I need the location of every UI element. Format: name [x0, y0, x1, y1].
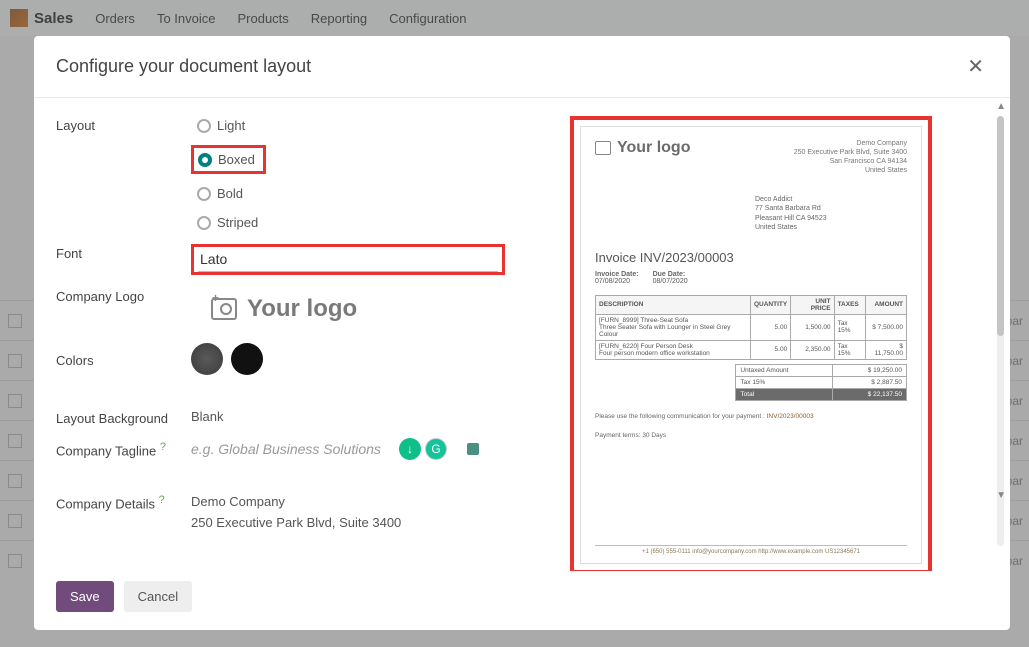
resize-handle-icon[interactable]: [467, 443, 479, 455]
primary-color-swatch[interactable]: [191, 343, 223, 375]
radio-icon: [197, 216, 211, 230]
close-button[interactable]: ✕: [963, 50, 988, 83]
label-company-details: Company Details ?: [56, 492, 191, 511]
scroll-up-icon[interactable]: ▲: [996, 101, 1006, 112]
radio-striped[interactable]: Striped: [191, 213, 266, 232]
cancel-button[interactable]: Cancel: [124, 581, 192, 612]
logo-placeholder-text: Your logo: [247, 295, 357, 323]
row-layout-background: Layout Background Blank: [56, 409, 506, 426]
tagline-input[interactable]: [191, 441, 391, 457]
save-button[interactable]: Save: [56, 581, 114, 612]
form-column: Layout Light Boxed Bold Striped Font Com…: [56, 116, 506, 571]
scroll-down-icon[interactable]: ▼: [996, 490, 1006, 501]
radio-icon: [197, 119, 211, 133]
table-row: [FURN_6220] Four Person DeskFour person …: [596, 340, 907, 359]
preview-lines-table: DESCRIPTIONQUANTITYUNIT PRICETAXESAMOUNT…: [595, 295, 907, 360]
modal-scrollbar[interactable]: [997, 116, 1004, 546]
preview-logo: Your logo: [595, 139, 690, 157]
grammarly-icon[interactable]: G: [425, 438, 447, 460]
layout-radio-group: Light Boxed Bold Striped: [191, 116, 266, 232]
close-icon: ✕: [967, 56, 984, 78]
secondary-color-swatch[interactable]: [231, 343, 263, 375]
modal-body: Layout Light Boxed Bold Striped Font Com…: [34, 98, 1010, 571]
grammarly-badges: ↓ G: [399, 438, 447, 460]
preview-payment-note: Please use the following communication f…: [595, 413, 907, 420]
company-details-text[interactable]: Demo Company 250 Executive Park Blvd, Su…: [191, 492, 401, 534]
table-row: [FURN_8999] Three-Seat SofaThree Seater …: [596, 314, 907, 340]
help-icon[interactable]: ?: [159, 494, 165, 506]
preview-company-address: Demo Company 250 Executive Park Blvd, Su…: [794, 139, 907, 175]
logo-upload[interactable]: Your logo: [191, 287, 377, 331]
radio-bold[interactable]: Bold: [191, 184, 266, 203]
help-icon[interactable]: ?: [160, 441, 166, 453]
preview-customer-address: Deco Addict 77 Santa Barbara Rd Pleasant…: [755, 195, 907, 231]
label-company-logo: Company Logo: [56, 287, 191, 304]
row-company-details: Company Details ? Demo Company 250 Execu…: [56, 492, 506, 534]
preview-dates: Invoice Date:07/08/2020 Due Date:08/07/2…: [595, 271, 907, 285]
color-swatches: [191, 343, 263, 375]
preview-totals: Untaxed Amount$ 19,250.00 Tax 15%$ 2,887…: [735, 364, 907, 401]
camera-icon: [211, 298, 237, 320]
document-preview: Your logo Demo Company 250 Executive Par…: [580, 126, 922, 564]
modal-footer: Save Cancel: [34, 571, 1010, 630]
row-company-tagline: Company Tagline ? ↓ G: [56, 438, 506, 460]
font-highlight: [191, 244, 505, 275]
label-colors: Colors: [56, 351, 191, 368]
preview-footer: +1 (650) 555-0111 info@yourcompany.com h…: [595, 545, 907, 555]
label-layout: Layout: [56, 116, 191, 133]
preview-highlight: Your logo Demo Company 250 Executive Par…: [570, 116, 932, 571]
camera-icon: [595, 141, 611, 155]
preview-invoice-title: Invoice INV/2023/00003: [595, 250, 907, 265]
font-select[interactable]: [198, 247, 498, 272]
radio-icon: [198, 153, 212, 167]
row-layout: Layout Light Boxed Bold Striped: [56, 116, 506, 232]
radio-boxed[interactable]: Boxed: [191, 145, 266, 174]
row-font: Font: [56, 244, 506, 275]
scrollbar-thumb[interactable]: [997, 116, 1004, 336]
row-company-logo: Company Logo Your logo: [56, 287, 506, 331]
modal-header: Configure your document layout ✕: [34, 36, 1010, 98]
configure-layout-modal: Configure your document layout ✕ Layout …: [34, 36, 1010, 630]
row-colors: Colors: [56, 343, 506, 375]
label-layout-background: Layout Background: [56, 409, 191, 426]
radio-light[interactable]: Light: [191, 116, 266, 135]
preview-column: Your logo Demo Company 250 Executive Par…: [506, 116, 996, 571]
modal-title: Configure your document layout: [56, 56, 311, 77]
radio-icon: [197, 187, 211, 201]
label-font: Font: [56, 244, 191, 261]
preview-payment-terms: Payment terms: 30 Days: [595, 432, 907, 439]
label-company-tagline: Company Tagline ?: [56, 439, 191, 458]
layout-background-value[interactable]: Blank: [191, 409, 224, 424]
grammarly-icon[interactable]: ↓: [399, 438, 421, 460]
